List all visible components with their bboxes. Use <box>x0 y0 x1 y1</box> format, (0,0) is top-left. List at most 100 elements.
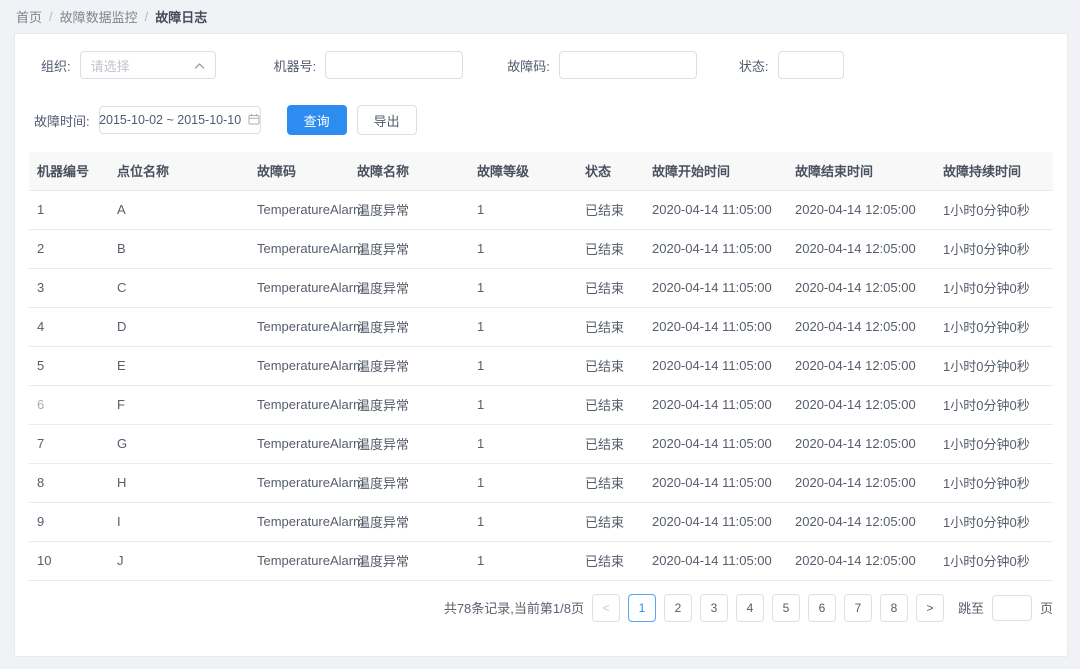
table-cell: 2020-04-14 12:05:00 <box>787 307 935 346</box>
table-cell: 温度异常 <box>349 502 469 541</box>
table-cell: 5 <box>29 346 109 385</box>
machine-no-input[interactable] <box>325 51 463 79</box>
table-cell: 温度异常 <box>349 424 469 463</box>
table-cell: I <box>109 502 249 541</box>
breadcrumb-separator: / <box>145 9 149 24</box>
table-cell: 1小时0分钟0秒 <box>935 307 1053 346</box>
table-cell: 1 <box>469 424 577 463</box>
table-cell: 已结束 <box>577 346 644 385</box>
table-cell: 2 <box>29 229 109 268</box>
table-cell: G <box>109 424 249 463</box>
table-cell: 10 <box>29 541 109 580</box>
table-body: 1ATemperatureAlarm温度异常1已结束2020-04-14 11:… <box>29 190 1053 580</box>
table-cell: 7 <box>29 424 109 463</box>
table-row: 8HTemperatureAlarm温度异常1已结束2020-04-14 11:… <box>29 463 1053 502</box>
page-button-1[interactable]: 1 <box>628 594 656 622</box>
table-cell: 已结束 <box>577 190 644 229</box>
org-label: 组织: <box>41 56 71 75</box>
org-select[interactable]: 请选择 <box>80 51 216 79</box>
breadcrumb: 首页 / 故障数据监控 / 故障日志 <box>0 0 1080 33</box>
page-button-4[interactable]: 4 <box>736 594 764 622</box>
table-cell: B <box>109 229 249 268</box>
table-cell: 2020-04-14 11:05:00 <box>644 502 787 541</box>
table-cell: 1 <box>469 229 577 268</box>
table-cell: 1 <box>469 346 577 385</box>
table-cell: 6 <box>29 385 109 424</box>
table-row: 9ITemperatureAlarm温度异常1已结束2020-04-14 11:… <box>29 502 1053 541</box>
table-cell: E <box>109 346 249 385</box>
table-cell: 1小时0分钟0秒 <box>935 229 1053 268</box>
content-card: 组织: 请选择 机器号: 故障码: 状态: 故障时间: 2015-10-02 ~… <box>14 33 1068 657</box>
table-cell: 2020-04-14 11:05:00 <box>644 229 787 268</box>
table-cell: 1小时0分钟0秒 <box>935 268 1053 307</box>
table-cell: 温度异常 <box>349 268 469 307</box>
table-cell: 1小时0分钟0秒 <box>935 385 1053 424</box>
table-cell: 1小时0分钟0秒 <box>935 424 1053 463</box>
table-cell: 8 <box>29 463 109 502</box>
table-cell: 2020-04-14 12:05:00 <box>787 190 935 229</box>
table-row: 7GTemperatureAlarm温度异常1已结束2020-04-14 11:… <box>29 424 1053 463</box>
table-cell: 已结束 <box>577 385 644 424</box>
column-header: 故障开始时间 <box>644 152 787 190</box>
table-cell: 温度异常 <box>349 385 469 424</box>
table-cell: 1小时0分钟0秒 <box>935 502 1053 541</box>
table-cell: 温度异常 <box>349 190 469 229</box>
table-cell: 2020-04-14 12:05:00 <box>787 424 935 463</box>
table-cell: J <box>109 541 249 580</box>
table-cell: D <box>109 307 249 346</box>
page-button-3[interactable]: 3 <box>700 594 728 622</box>
next-page-button[interactable]: > <box>916 594 944 622</box>
page-button-2[interactable]: 2 <box>664 594 692 622</box>
table-cell: 已结束 <box>577 424 644 463</box>
page-button-8[interactable]: 8 <box>880 594 908 622</box>
page-button-7[interactable]: 7 <box>844 594 872 622</box>
table-cell: TemperatureAlarm <box>249 229 349 268</box>
table-cell: 1小时0分钟0秒 <box>935 463 1053 502</box>
table-cell: 2020-04-14 12:05:00 <box>787 268 935 307</box>
filter-row-1: 组织: 请选择 机器号: 故障码: 状态: <box>29 51 1053 79</box>
column-header: 故障结束时间 <box>787 152 935 190</box>
table-cell: TemperatureAlarm <box>249 541 349 580</box>
table-cell: TemperatureAlarm <box>249 307 349 346</box>
calendar-icon <box>248 113 260 128</box>
table-cell: 1 <box>469 190 577 229</box>
export-button[interactable]: 导出 <box>357 105 417 135</box>
prev-page-button[interactable]: < <box>592 594 620 622</box>
date-range-value: 2015-10-02 ~ 2015-10-10 <box>99 113 241 127</box>
page-buttons: <12345678 > <box>592 594 944 622</box>
column-header: 故障持续时间 <box>935 152 1053 190</box>
table-row: 6FTemperatureAlarm温度异常1已结束2020-04-14 11:… <box>29 385 1053 424</box>
chevron-up-icon <box>194 58 205 73</box>
page-jump: 跳至 页 <box>958 595 1053 621</box>
table-cell: F <box>109 385 249 424</box>
table-cell: 3 <box>29 268 109 307</box>
fault-code-input[interactable] <box>559 51 697 79</box>
table-cell: 2020-04-14 11:05:00 <box>644 424 787 463</box>
table-cell: 1 <box>469 541 577 580</box>
table-cell: 1 <box>469 385 577 424</box>
fault-time-range-picker[interactable]: 2015-10-02 ~ 2015-10-10 <box>99 106 261 134</box>
breadcrumb-item-home[interactable]: 首页 <box>16 7 42 26</box>
pagination-summary: 共78条记录,当前第1/8页 <box>444 598 584 617</box>
table-cell: 1小时0分钟0秒 <box>935 190 1053 229</box>
fault-time-label: 故障时间: <box>34 111 90 130</box>
table-cell: 9 <box>29 502 109 541</box>
jump-page-input[interactable] <box>992 595 1032 621</box>
table-cell: C <box>109 268 249 307</box>
table-row: 2BTemperatureAlarm温度异常1已结束2020-04-14 11:… <box>29 229 1053 268</box>
query-button[interactable]: 查询 <box>287 105 347 135</box>
table-cell: 2020-04-14 12:05:00 <box>787 346 935 385</box>
table-cell: TemperatureAlarm <box>249 190 349 229</box>
table-cell: 已结束 <box>577 268 644 307</box>
table-cell: TemperatureAlarm <box>249 268 349 307</box>
fault-log-table: 机器编号点位名称故障码故障名称故障等级状态故障开始时间故障结束时间故障持续时间 … <box>29 152 1053 581</box>
breadcrumb-item-fault-monitor[interactable]: 故障数据监控 <box>60 7 138 26</box>
column-header: 机器编号 <box>29 152 109 190</box>
page-button-5[interactable]: 5 <box>772 594 800 622</box>
table-cell: 1 <box>469 463 577 502</box>
table-cell: 1 <box>469 307 577 346</box>
table-row: 5ETemperatureAlarm温度异常1已结束2020-04-14 11:… <box>29 346 1053 385</box>
table-cell: TemperatureAlarm <box>249 463 349 502</box>
page-button-6[interactable]: 6 <box>808 594 836 622</box>
status-input[interactable] <box>778 51 844 79</box>
